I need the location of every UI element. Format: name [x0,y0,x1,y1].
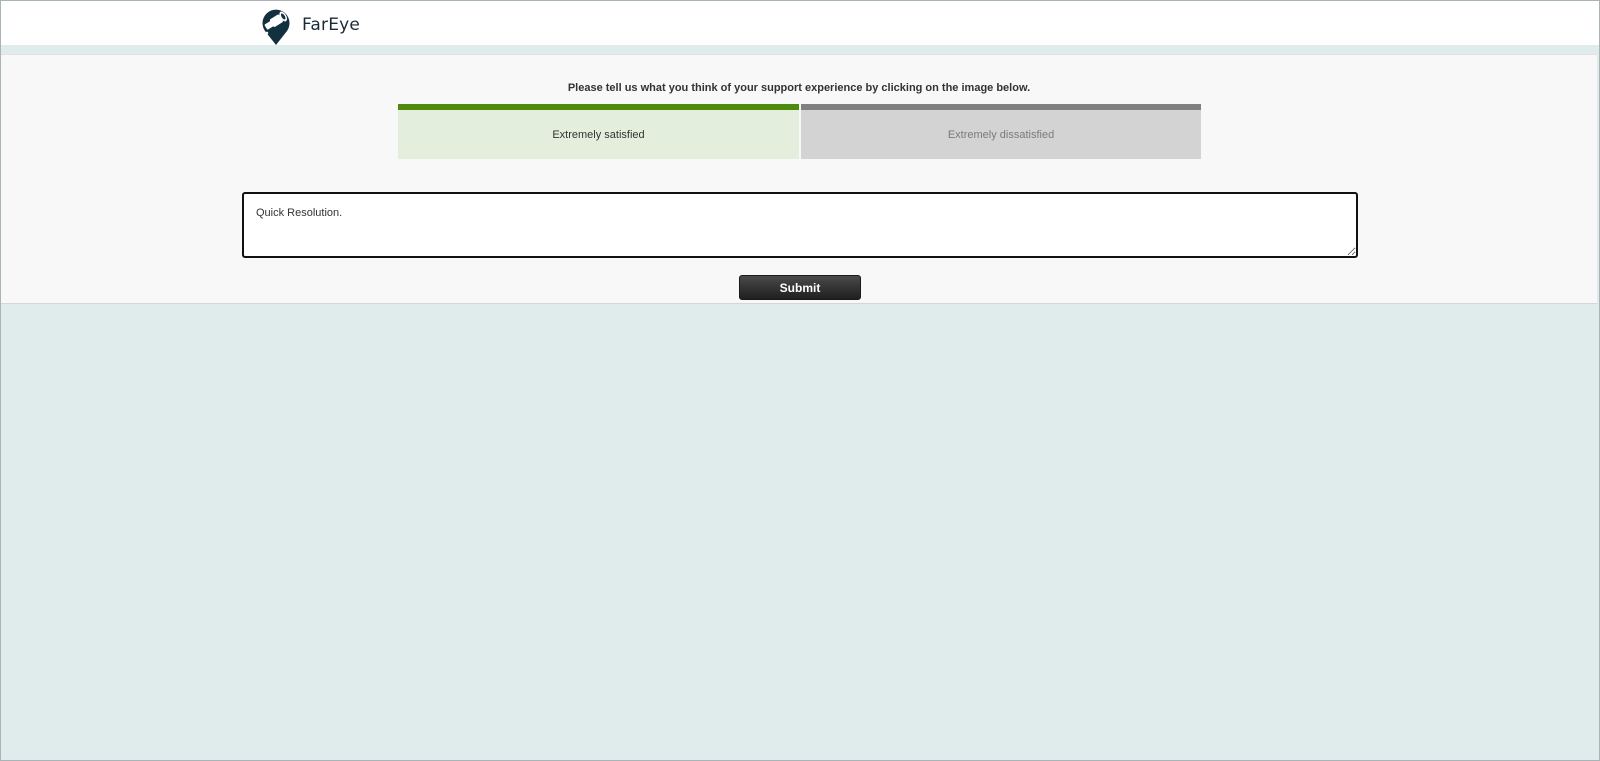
rating-option-extremely-satisfied[interactable]: Extremely satisfied [398,104,799,159]
fareye-logo[interactable]: FarEye [256,4,360,46]
rating-option-extremely-dissatisfied[interactable]: Extremely dissatisfied [801,104,1201,159]
rating-label-dissatisfied: Extremely dissatisfied [947,128,1055,141]
submit-button[interactable]: Submit [739,275,861,300]
rating-label-satisfied: Extremely satisfied [552,128,645,141]
site-header: FarEye [1,1,1599,46]
logo-text: FarEye [302,15,361,35]
survey-prompt: Please tell us what you think of your su… [567,82,1031,94]
fareye-logo-icon [256,4,296,46]
comment-textarea[interactable]: Quick Resolution. [242,192,1358,258]
